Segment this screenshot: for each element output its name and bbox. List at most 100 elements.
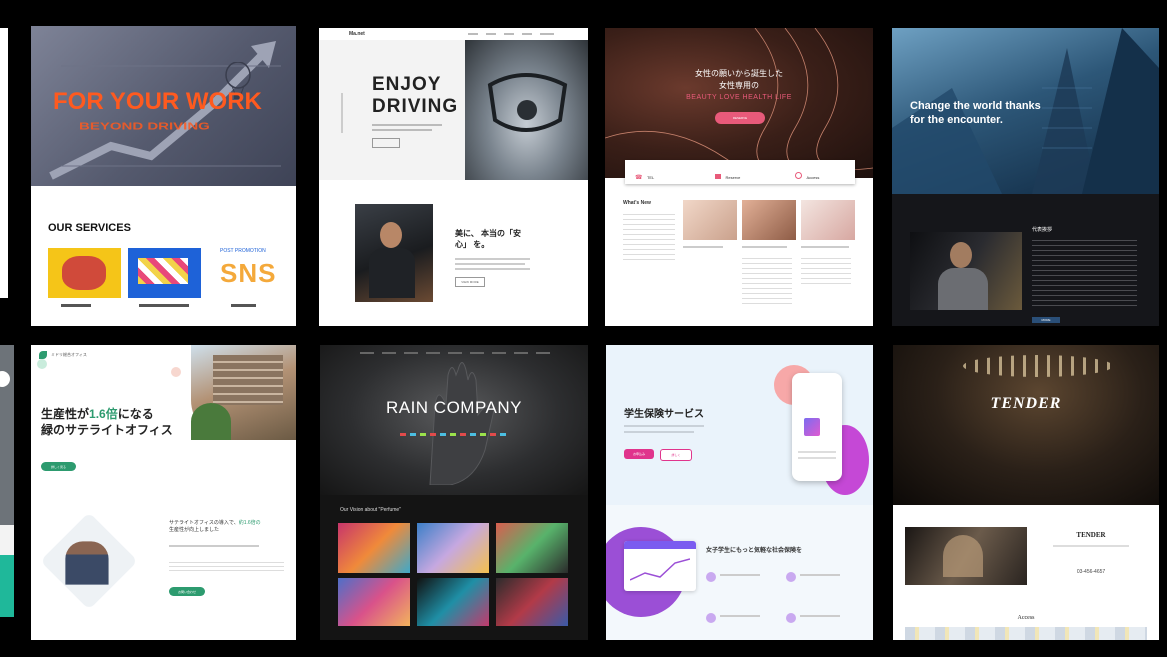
dashboard-mockup <box>624 541 696 591</box>
sub-highlight: 約1.6倍の <box>238 520 261 526</box>
text-line <box>455 258 530 260</box>
info-item-reserve[interactable]: Reserve <box>715 166 775 184</box>
section-title: Access <box>1017 615 1035 621</box>
template-card-enjoy-driving[interactable]: Ma.net ENJOY DRIVING 美に、 本当の「安心」 を。 VIEW… <box>319 28 588 326</box>
photo-thumb-1[interactable] <box>683 200 737 240</box>
text-line <box>372 129 432 131</box>
worker-photo <box>40 512 138 610</box>
hero-headline: RAIN COMPANY <box>385 398 523 417</box>
hero-image-car <box>465 40 588 180</box>
headline-part: になる <box>117 407 154 421</box>
info-item-tel[interactable]: ☎ TEL <box>635 166 685 184</box>
side-indicator <box>341 93 343 133</box>
hero-image-hand <box>320 345 588 495</box>
info-item-access[interactable]: Access <box>795 166 855 184</box>
photo-thumb-2[interactable] <box>742 200 796 240</box>
info-label: Reserve <box>725 175 741 180</box>
color-dots <box>400 433 510 436</box>
shop-name: TENDER <box>1076 531 1106 539</box>
leaf-icon <box>39 351 47 359</box>
text-block <box>742 254 792 304</box>
section-title: What's New <box>623 200 651 206</box>
gallery-tile-2[interactable] <box>417 523 489 573</box>
template-card-student-insurance[interactable]: 学生保険サービス お申込み 詳しく 女子学生にもっと気軽な社会保険を <box>606 345 873 640</box>
section-title: 代表挨拶 <box>1032 227 1053 233</box>
phone-icon: ☎ <box>635 175 643 181</box>
text-block <box>801 254 851 284</box>
text-line <box>1053 545 1129 547</box>
sub-text: サテライトオフィスの導入で、 <box>169 520 239 526</box>
gallery-tile-5[interactable] <box>417 578 489 626</box>
section-heading: 美に、 本当の「安心」 を。 <box>455 229 521 249</box>
template-card-beauty[interactable]: 女性の願いから誕生した 女性専用の BEAUTY LOVE HEALTH LIF… <box>605 28 873 326</box>
hero-headline-2: DRIVING <box>372 96 459 117</box>
template-card-for-your-work[interactable]: FOR YOUR WORK BEYOND DRIVING OUR SERVICE… <box>31 26 296 326</box>
photo-thumb-3[interactable] <box>801 200 855 240</box>
hero-headline-2: 女性専用の <box>719 81 759 90</box>
info-strip: ☎ TEL Reserve Access <box>625 160 855 184</box>
phone-number[interactable]: 03-456-4657 <box>1041 569 1141 575</box>
text-line <box>720 574 760 576</box>
map-preview[interactable] <box>905 627 1147 640</box>
map-pin-icon <box>795 172 802 179</box>
driver-photo <box>355 204 433 302</box>
view-more-button[interactable] <box>372 138 400 148</box>
text-line <box>455 263 525 265</box>
nav-bar: Ma.net <box>319 28 588 40</box>
detail-button[interactable]: 詳しく <box>660 449 692 461</box>
section-more-button[interactable]: VIEW MORE <box>455 277 485 287</box>
service-thumb-2[interactable] <box>128 248 201 298</box>
text-block <box>169 559 284 573</box>
service-label-sns: SNS <box>220 258 277 288</box>
contact-button[interactable]: お問い合わせ <box>169 587 205 596</box>
contour-lines <box>605 28 873 178</box>
more-button[interactable]: MORE <box>1032 317 1060 323</box>
template-card-rain-company[interactable]: RAIN COMPANY Our Vision about "Perfume" <box>320 345 588 640</box>
service-thumb-1[interactable] <box>48 248 121 298</box>
hero-headline-1: 生産性が1.6倍になる <box>41 405 154 422</box>
feature-icon <box>786 613 796 623</box>
text-line <box>624 431 694 433</box>
reserve-button[interactable]: RESERVE <box>715 112 765 124</box>
logo: ミドリ総合オフィス <box>39 351 87 359</box>
services-title: OUR SERVICES <box>48 222 131 234</box>
partial-card-left-bottom <box>0 345 14 617</box>
caption-line <box>139 304 189 307</box>
sub-heading: サテライトオフィスの導入で、約1.6倍の 生産性が向上しました <box>169 520 291 534</box>
service-tag: POST PROMOTION <box>220 248 266 254</box>
section-title: Our Vision about "Perfume" <box>340 507 401 513</box>
sub-text: 生産性が向上しました <box>169 527 220 533</box>
headline-part: 生産性が <box>41 407 90 421</box>
decor-dot <box>37 359 47 369</box>
text-line <box>372 124 442 126</box>
hero-headline: TENDER <box>990 395 1062 412</box>
text-line <box>720 615 760 617</box>
feature-icon <box>706 613 716 623</box>
hand-shape <box>429 362 495 485</box>
text-line <box>624 425 704 427</box>
gallery-tile-1[interactable] <box>338 523 410 573</box>
text-line <box>455 268 530 270</box>
text-block <box>623 210 675 260</box>
detail-button[interactable]: 詳しく見る <box>41 462 76 471</box>
logo-text: ミドリ総合オフィス <box>51 352 87 357</box>
template-card-change-the-world[interactable]: Change the world thanks for the encounte… <box>892 28 1159 326</box>
phone-mockup <box>792 373 842 481</box>
logo: Ma.net <box>349 31 365 37</box>
hero-headline-1: ENJOY <box>372 74 442 95</box>
service-thumb-3[interactable]: POST PROMOTION SNS <box>208 248 281 298</box>
apply-button[interactable]: お申込み <box>624 449 654 459</box>
text-line <box>801 246 849 248</box>
gallery-tile-4[interactable] <box>338 578 410 626</box>
template-card-green-office[interactable]: ミドリ総合オフィス 生産性が1.6倍になる 緑のサテライトオフィス 詳しく見る … <box>31 345 296 640</box>
text-line <box>800 574 840 576</box>
caption-line <box>61 304 91 307</box>
hero-subline: BEAUTY LOVE HEALTH LIFE <box>686 94 792 101</box>
gallery-tile-6[interactable] <box>496 578 568 626</box>
template-card-tender[interactable]: TENDER TENDER 03-456-4657 Access <box>893 345 1159 640</box>
calendar-icon <box>715 174 721 179</box>
gallery-tile-3[interactable] <box>496 523 568 573</box>
hero-image <box>605 28 873 178</box>
text-block <box>1032 236 1137 306</box>
text-line <box>683 246 723 248</box>
